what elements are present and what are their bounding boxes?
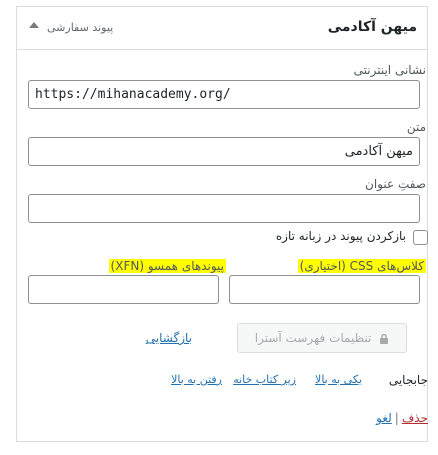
url-input[interactable]: https://mihanacademy.org/ <box>28 80 420 109</box>
move-up-one-link[interactable]: یکی به بالا <box>315 373 362 386</box>
menu-item-type: پیوند سفارشی <box>47 21 114 34</box>
move-under-link[interactable]: زیر کتاب خانه <box>233 373 296 386</box>
move-label: جابجایی <box>388 373 428 387</box>
collapse-toggle-icon[interactable] <box>29 22 39 28</box>
title-attr-label: صفتِ عنوان <box>365 177 426 191</box>
css-classes-input[interactable] <box>229 275 420 304</box>
move-to-top-link[interactable]: رفتن به بالا <box>171 373 222 386</box>
revoke-link[interactable]: بازگشایی <box>146 331 192 345</box>
css-classes-label: کلاس‌های CSS (اختیاری) <box>297 259 426 273</box>
link-text-label: متن <box>406 120 426 134</box>
url-label: نشانی اینترنتی <box>353 63 426 77</box>
title-attr-input[interactable] <box>28 194 420 223</box>
link-text-input[interactable]: میهن آکادمی <box>28 137 420 166</box>
astra-menu-settings-label: تنظیمات فهرست آسترا <box>254 331 372 345</box>
actions-separator: | <box>394 411 399 425</box>
xfn-input[interactable] <box>28 275 219 304</box>
new-tab-label: بازکردن پیوند در زبانه تازه <box>275 229 406 243</box>
new-tab-checkbox[interactable] <box>413 230 428 245</box>
item-actions: حذف|لغو <box>376 411 428 425</box>
astra-menu-settings-button[interactable]: تنظیمات فهرست آسترا <box>237 323 407 353</box>
menu-item-title: میهن آکادمی <box>327 19 417 35</box>
remove-link[interactable]: حذف <box>402 411 428 425</box>
lock-icon <box>380 333 389 344</box>
menu-item-header[interactable]: پیوند سفارشی میهن آکادمی <box>17 7 427 50</box>
xfn-label: پیوندهای همسو (XFN) <box>108 259 226 273</box>
cancel-link[interactable]: لغو <box>376 411 392 425</box>
